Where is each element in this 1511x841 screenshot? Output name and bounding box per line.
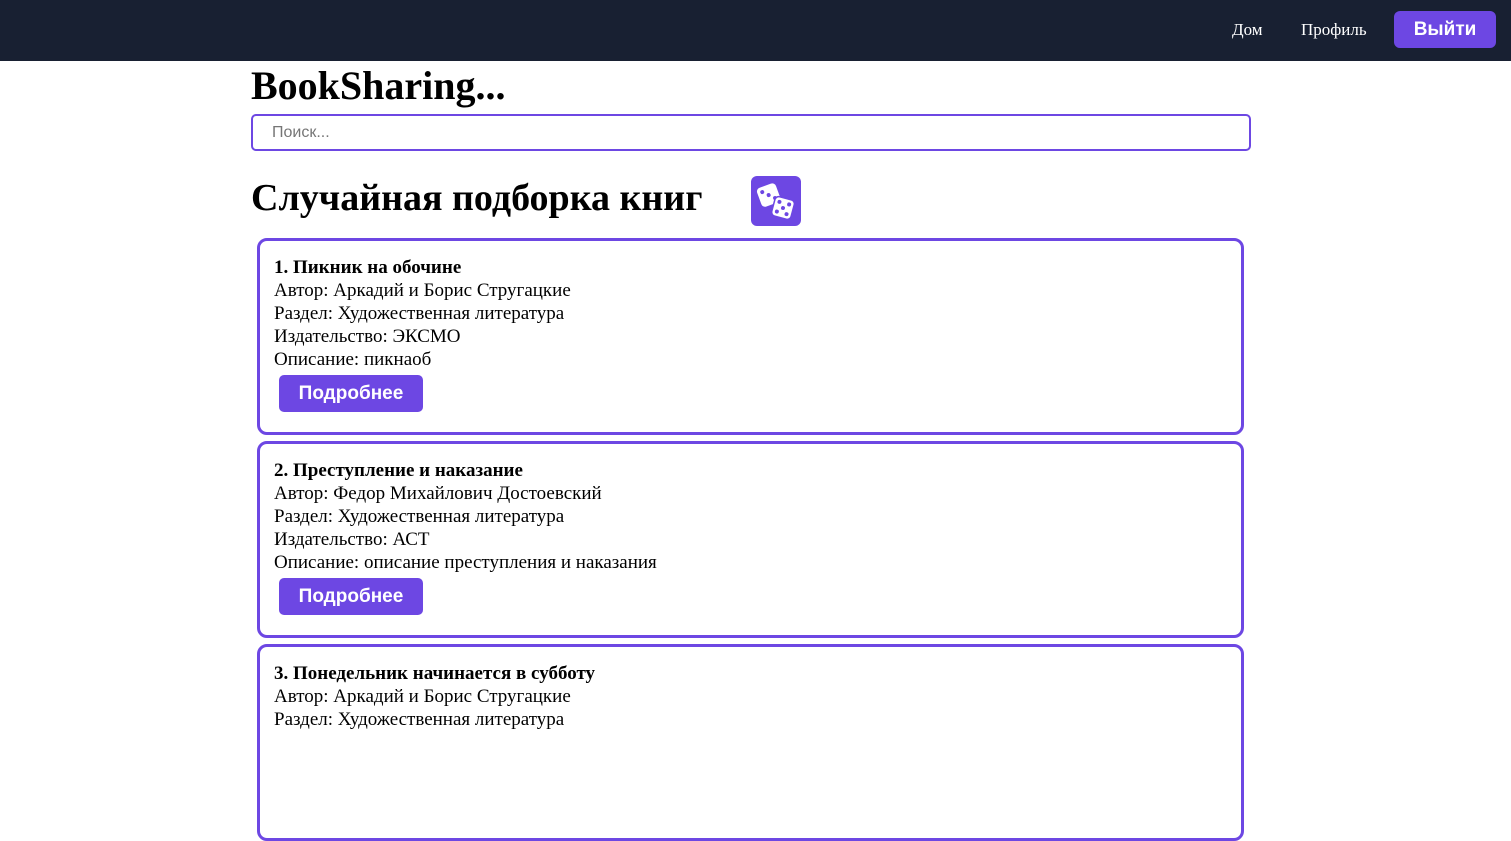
book-description: Описание: пикнаоб [274, 349, 432, 370]
search-input[interactable] [251, 114, 1251, 151]
book-section: Раздел: Художественная литература [274, 303, 565, 324]
nav-home-link[interactable]: Дом [1232, 20, 1263, 40]
book-section: Раздел: Художественная литература [274, 709, 565, 730]
details-button[interactable]: Подробнее [279, 578, 423, 615]
book-section: Раздел: Художественная литература [274, 506, 565, 527]
top-navbar: Дом Профиль Выйти [0, 0, 1511, 61]
page-scrollbar[interactable] [1496, 61, 1511, 714]
random-shuffle-button[interactable] [751, 176, 801, 226]
book-card: 3. Понедельник начинается в субботу Авто… [257, 644, 1244, 841]
logout-button[interactable]: Выйти [1394, 11, 1496, 48]
nav-profile-link[interactable]: Профиль [1301, 20, 1367, 40]
book-publisher: Издательство: ЭКСМО [274, 326, 461, 347]
book-author: Автор: Аркадий и Борис Стругацкие [274, 280, 571, 301]
book-author: Автор: Аркадий и Борис Стругацкие [274, 686, 571, 707]
dice-icon [756, 183, 796, 221]
book-author: Автор: Федор Михайлович Достоевский [274, 483, 602, 504]
book-card: 2. Преступление и наказание Автор: Федор… [257, 441, 1244, 638]
book-title: 2. Преступление и наказание [274, 460, 523, 481]
details-button[interactable]: Подробнее [279, 375, 423, 412]
section-title: Случайная подборка книг [251, 177, 703, 219]
site-brand-title: BookSharing... [251, 63, 506, 108]
book-title: 3. Понедельник начинается в субботу [274, 663, 596, 684]
book-title: 1. Пикник на обочине [274, 257, 462, 278]
book-publisher: Издательство: АСТ [274, 529, 430, 550]
book-description: Описание: описание преступления и наказа… [274, 552, 657, 573]
book-card: 1. Пикник на обочине Автор: Аркадий и Бо… [257, 238, 1244, 435]
